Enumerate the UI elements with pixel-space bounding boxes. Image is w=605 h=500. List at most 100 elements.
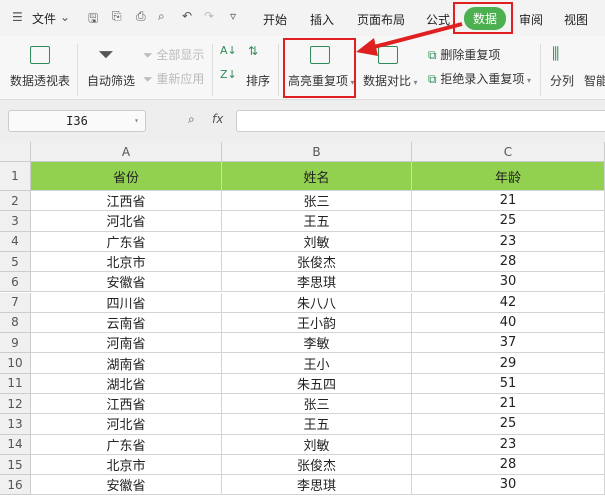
- cell-province[interactable]: 广东省: [31, 434, 222, 455]
- sort-ascending-icon[interactable]: A↓: [220, 44, 237, 57]
- cell-province[interactable]: 湖南省: [31, 353, 222, 374]
- table-row: 5 北京市 张俊杰 28: [0, 251, 605, 273]
- save-icon[interactable]: 🖫: [88, 9, 98, 30]
- show-all-button[interactable]: ⏷ 全部显示: [143, 46, 204, 63]
- cell-name[interactable]: 朱八八: [222, 292, 412, 313]
- cell-province[interactable]: 广东省: [31, 231, 222, 252]
- reapply-button[interactable]: ⏷ 重新应用: [143, 70, 204, 87]
- cell-age[interactable]: 42: [412, 292, 605, 313]
- cell-name[interactable]: 王五: [222, 211, 412, 232]
- cell-age[interactable]: 28: [412, 251, 605, 273]
- cell-age[interactable]: 25: [412, 211, 605, 232]
- tab-home[interactable]: 开始: [263, 11, 287, 28]
- cell-age[interactable]: 25: [412, 414, 605, 435]
- row-header[interactable]: 6: [0, 272, 31, 293]
- row-header[interactable]: 7: [0, 292, 31, 313]
- tab-review[interactable]: 审阅: [519, 11, 543, 28]
- zoom-search-icon[interactable]: ⌕: [188, 112, 195, 127]
- cell-age[interactable]: 21: [412, 394, 605, 415]
- cell-age[interactable]: 40: [412, 312, 605, 334]
- cell-province[interactable]: 四川省: [31, 292, 222, 313]
- cell-age[interactable]: 51: [412, 373, 605, 394]
- row-header[interactable]: 5: [0, 251, 31, 273]
- cell-name[interactable]: 刘敏: [222, 434, 412, 455]
- cell-age[interactable]: 29: [412, 353, 605, 374]
- row-header[interactable]: 9: [0, 333, 31, 354]
- cell-province[interactable]: 河北省: [31, 211, 222, 232]
- column-header-b[interactable]: B: [222, 142, 412, 162]
- cell-province[interactable]: 北京市: [31, 454, 222, 476]
- cell-name[interactable]: 张三: [222, 191, 412, 212]
- select-all-corner[interactable]: [0, 142, 31, 162]
- cell-province[interactable]: 河南省: [31, 333, 222, 354]
- cell-province[interactable]: 云南省: [31, 312, 222, 334]
- smart-button[interactable]: 智能: [584, 72, 605, 89]
- row-header[interactable]: 8: [0, 312, 31, 334]
- export-icon[interactable]: ⎘: [112, 9, 122, 24]
- sort-button[interactable]: 排序: [246, 72, 270, 89]
- row-header[interactable]: 15: [0, 454, 31, 476]
- compare-button[interactable]: 数据对比 ▾: [363, 72, 418, 89]
- cell-age[interactable]: 23: [412, 434, 605, 455]
- cell-name[interactable]: 张俊杰: [222, 251, 412, 273]
- more-icon[interactable]: ▿: [230, 9, 236, 23]
- header-cell-province[interactable]: 省份: [31, 162, 222, 191]
- cell-name[interactable]: 张三: [222, 394, 412, 415]
- pivot-table-button[interactable]: 数据透视表: [10, 72, 70, 89]
- print-icon[interactable]: ⎙: [136, 9, 146, 24]
- fx-icon[interactable]: fx: [212, 112, 223, 126]
- header-cell-name[interactable]: 姓名: [222, 162, 412, 191]
- table-row: 2 江西省 张三 21: [0, 191, 605, 212]
- formula-input[interactable]: [236, 110, 605, 132]
- row-header[interactable]: 16: [0, 475, 31, 496]
- cell-name[interactable]: 刘敏: [222, 231, 412, 252]
- header-cell-age[interactable]: 年龄: [412, 162, 605, 191]
- column-header-c[interactable]: C: [412, 142, 605, 162]
- cell-age[interactable]: 28: [412, 454, 605, 476]
- menu-icon[interactable]: ☰: [12, 10, 23, 24]
- cell-age[interactable]: 30: [412, 475, 605, 496]
- cell-age[interactable]: 21: [412, 191, 605, 212]
- row-header[interactable]: 12: [0, 394, 31, 415]
- cell-province[interactable]: 安徽省: [31, 272, 222, 293]
- tab-insert[interactable]: 插入: [310, 11, 334, 28]
- cell-name[interactable]: 张俊杰: [222, 454, 412, 476]
- cell-province[interactable]: 北京市: [31, 251, 222, 273]
- row-header[interactable]: 11: [0, 373, 31, 394]
- show-all-label: 全部显示: [156, 48, 205, 62]
- row-header[interactable]: 14: [0, 434, 31, 455]
- cell-name[interactable]: 李敏: [222, 333, 412, 354]
- cell-province[interactable]: 安徽省: [31, 475, 222, 496]
- cell-name[interactable]: 王小韵: [222, 312, 412, 334]
- cell-province[interactable]: 江西省: [31, 394, 222, 415]
- row-header[interactable]: 13: [0, 414, 31, 435]
- split-column-button[interactable]: 分列: [550, 72, 574, 89]
- reject-duplicates-button[interactable]: ⧉ 拒绝录入重复项 ▾: [428, 70, 531, 87]
- cell-age[interactable]: 23: [412, 231, 605, 252]
- tab-view[interactable]: 视图: [564, 11, 588, 28]
- row-header[interactable]: 3: [0, 211, 31, 232]
- chevron-down-icon[interactable]: ⌄: [60, 10, 70, 24]
- cell-province[interactable]: 江西省: [31, 191, 222, 212]
- cell-province[interactable]: 湖北省: [31, 373, 222, 394]
- cell-age[interactable]: 30: [412, 272, 605, 293]
- file-menu[interactable]: 文件: [32, 10, 56, 27]
- column-header-a[interactable]: A: [31, 142, 222, 162]
- undo-icon[interactable]: ↶: [182, 9, 192, 23]
- sort-descending-icon[interactable]: Z↓: [220, 68, 237, 81]
- cell-name[interactable]: 李思琪: [222, 475, 412, 496]
- cell-name[interactable]: 王小: [222, 353, 412, 374]
- redo-icon[interactable]: ↷: [204, 9, 214, 23]
- preview-icon[interactable]: ⌕: [158, 9, 165, 24]
- name-box[interactable]: I36 ▾: [8, 110, 146, 132]
- autofilter-button[interactable]: 自动筛选: [87, 72, 135, 89]
- row-header[interactable]: 1: [0, 162, 31, 191]
- cell-name[interactable]: 朱五四: [222, 373, 412, 394]
- cell-name[interactable]: 李思琪: [222, 272, 412, 293]
- cell-age[interactable]: 37: [412, 333, 605, 354]
- cell-name[interactable]: 王五: [222, 414, 412, 435]
- row-header[interactable]: 4: [0, 231, 31, 252]
- cell-province[interactable]: 河北省: [31, 414, 222, 435]
- row-header[interactable]: 2: [0, 191, 31, 212]
- row-header[interactable]: 10: [0, 353, 31, 374]
